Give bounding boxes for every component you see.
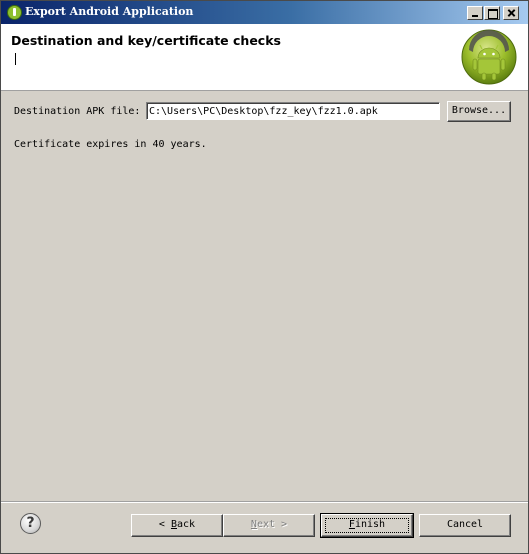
window-title: Export Android Application [25, 5, 194, 18]
next-label-rest: ext > [256, 519, 288, 530]
back-prefix: < [158, 519, 171, 530]
page-title: Destination and key/certificate checks [11, 33, 281, 48]
text-caret [15, 53, 16, 65]
wizard-content: Destination APK file: Browse... Certific… [1, 91, 528, 501]
finish-mnemonic: F [348, 519, 355, 530]
destination-apk-label: Destination APK file: [14, 106, 141, 117]
close-icon[interactable] [503, 6, 519, 20]
minimize-icon[interactable] [467, 6, 483, 20]
finish-label-rest: inish [354, 519, 386, 530]
page-description [15, 51, 415, 67]
cancel-button[interactable]: Cancel [419, 514, 511, 537]
android-robot-icon [461, 29, 517, 85]
help-icon[interactable]: ? [20, 513, 41, 534]
export-dialog: Export Android Application Destination a… [0, 0, 529, 554]
browse-button[interactable]: Browse... [447, 101, 511, 122]
destination-apk-input[interactable] [146, 102, 440, 120]
back-button[interactable]: < Back [131, 514, 223, 537]
certificate-expiry-message: Certificate expires in 40 years. [14, 139, 207, 150]
footer-divider [1, 501, 528, 503]
next-button[interactable]: Next > [223, 514, 315, 537]
maximize-icon[interactable] [484, 6, 500, 20]
title-bar[interactable]: Export Android Application [1, 1, 528, 24]
finish-button[interactable]: Finish [320, 513, 414, 538]
back-label-rest: ack [177, 519, 196, 530]
app-icon [7, 5, 22, 20]
wizard-header: Destination and key/certificate checks [1, 24, 528, 91]
